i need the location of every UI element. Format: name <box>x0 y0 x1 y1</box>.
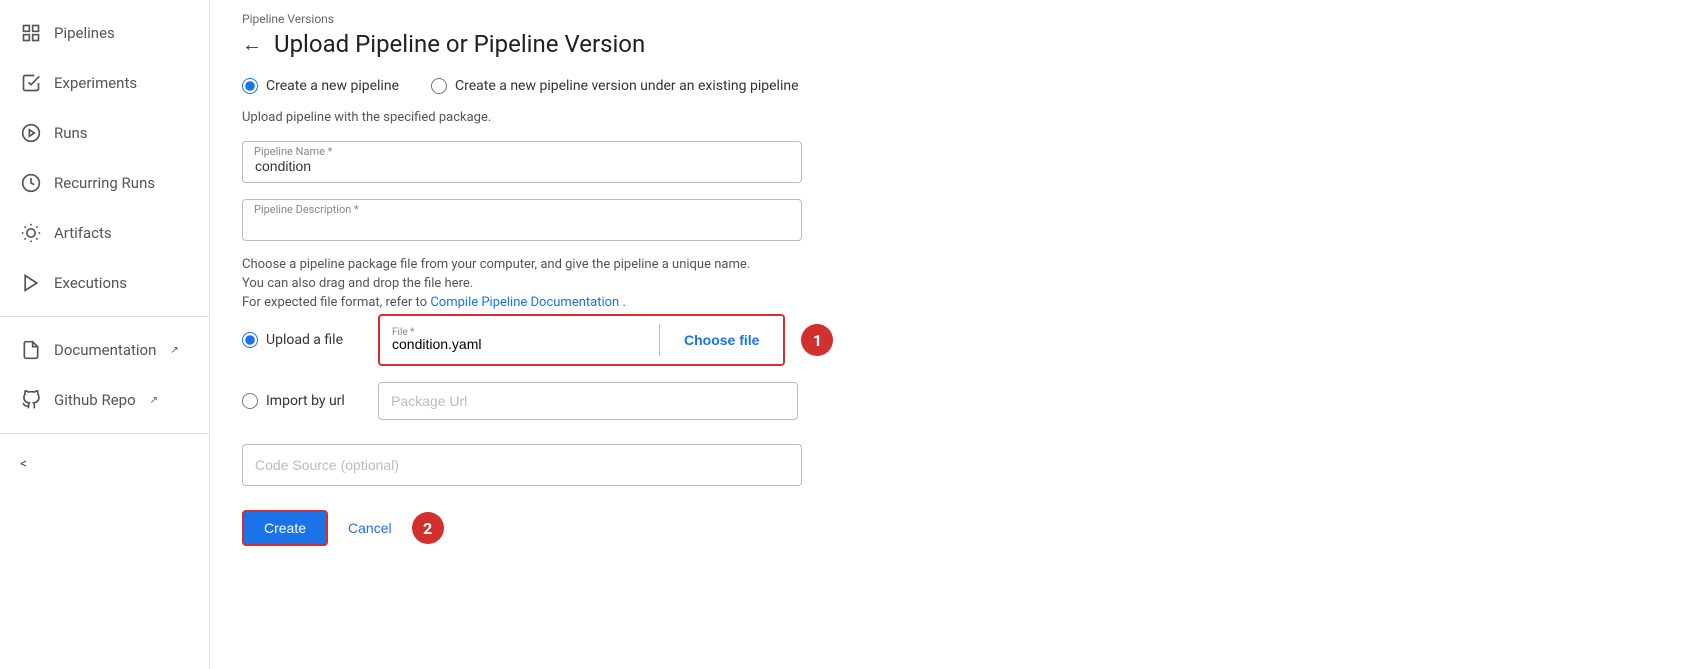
pipeline-icon <box>20 22 42 44</box>
github-icon <box>20 389 42 411</box>
choose-file-button[interactable]: Choose file <box>660 316 783 364</box>
upload-file-radio-label[interactable]: Upload a file <box>242 332 362 348</box>
file-field-label: File * <box>392 327 414 338</box>
sidebar-item-documentation-label: Documentation <box>54 341 156 359</box>
code-source-input[interactable] <box>242 444 802 486</box>
sidebar-item-artifacts[interactable]: Artifacts <box>0 208 209 258</box>
sidebar-item-pipelines[interactable]: Pipelines <box>0 8 209 58</box>
badge-1: 1 <box>801 324 833 356</box>
external-icon-docs: ↗ <box>170 345 178 356</box>
run-icon <box>20 122 42 144</box>
pipeline-type-radio-group: Create a new pipeline Create a new pipel… <box>242 78 1649 94</box>
page-title: Upload Pipeline or Pipeline Version <box>274 30 645 58</box>
import-url-label-text: Import by url <box>266 393 345 409</box>
import-url-radio-label[interactable]: Import by url <box>242 393 362 409</box>
import-url-radio-input[interactable] <box>242 393 258 409</box>
radio-new-pipeline[interactable]: Create a new pipeline <box>242 78 399 94</box>
executions-icon <box>20 272 42 294</box>
sidebar-item-github-label: Github Repo <box>54 391 136 409</box>
artifact-icon <box>20 222 42 244</box>
sidebar-item-recurring-runs-label: Recurring Runs <box>54 174 155 192</box>
badge-2: 2 <box>412 512 444 544</box>
package-url-input[interactable] <box>378 382 798 420</box>
breadcrumb: Pipeline Versions <box>242 0 1649 30</box>
pipeline-name-field: Pipeline Name * <box>242 141 802 183</box>
sidebar: Pipelines Experiments Runs Recurring Run… <box>0 0 210 669</box>
upload-file-label-text: Upload a file <box>266 332 343 348</box>
experiment-icon <box>20 72 42 94</box>
compile-pipeline-link[interactable]: Compile Pipeline Documentation <box>430 295 619 310</box>
sidebar-item-runs[interactable]: Runs <box>0 108 209 158</box>
sidebar-item-experiments[interactable]: Experiments <box>0 58 209 108</box>
sidebar-divider-1 <box>0 316 209 317</box>
sidebar-item-runs-label: Runs <box>54 124 88 142</box>
main-content: Pipeline Versions ← Upload Pipeline or P… <box>210 0 1681 669</box>
file-format-text: For expected file format, refer to Compi… <box>242 295 802 310</box>
file-instructions-line2: You can also drag and drop the file here… <box>242 276 802 291</box>
pipeline-description-field: Pipeline Description * <box>242 199 802 241</box>
file-instructions-line1: Choose a pipeline package file from your… <box>242 257 802 272</box>
radio-existing-pipeline-input[interactable] <box>431 78 447 94</box>
file-name-field: File * <box>380 324 660 356</box>
pipeline-description-label: Pipeline Description * <box>254 203 359 216</box>
import-url-row: Import by url <box>242 382 1649 420</box>
sidebar-item-github[interactable]: Github Repo ↗ <box>0 375 209 425</box>
radio-existing-pipeline[interactable]: Create a new pipeline version under an e… <box>431 78 799 94</box>
action-buttons: Create Cancel 2 <box>242 510 1649 546</box>
radio-new-pipeline-label: Create a new pipeline <box>266 78 399 94</box>
import-url-field <box>378 382 798 420</box>
sidebar-collapse-button[interactable]: < <box>0 442 209 486</box>
radio-existing-pipeline-label: Create a new pipeline version under an e… <box>455 78 799 94</box>
sidebar-item-documentation[interactable]: Documentation ↗ <box>0 325 209 375</box>
file-input-group: File * Choose file <box>378 314 785 366</box>
sidebar-divider-2 <box>0 433 209 434</box>
back-button[interactable]: ← <box>242 32 262 57</box>
sidebar-item-experiments-label: Experiments <box>54 74 137 92</box>
sidebar-item-pipelines-label: Pipelines <box>54 24 115 42</box>
cancel-button[interactable]: Cancel <box>344 512 396 544</box>
sidebar-item-recurring-runs[interactable]: Recurring Runs <box>0 158 209 208</box>
radio-new-pipeline-input[interactable] <box>242 78 258 94</box>
sidebar-item-executions[interactable]: Executions <box>0 258 209 308</box>
page-header: ← Upload Pipeline or Pipeline Version <box>242 30 1649 58</box>
create-button[interactable]: Create <box>242 510 328 546</box>
upload-file-row: Upload a file File * Choose file 1 <box>242 314 1649 366</box>
pipeline-name-label: Pipeline Name * <box>254 145 332 158</box>
sidebar-item-executions-label: Executions <box>54 274 127 292</box>
upload-description: Upload pipeline with the specified packa… <box>242 110 1649 125</box>
file-name-input[interactable] <box>380 324 660 356</box>
doc-icon <box>20 339 42 361</box>
external-icon-github: ↗ <box>150 395 158 406</box>
upload-file-radio-input[interactable] <box>242 332 258 348</box>
sidebar-item-artifacts-label: Artifacts <box>54 224 112 242</box>
recurring-icon <box>20 172 42 194</box>
code-source-field <box>242 444 802 486</box>
